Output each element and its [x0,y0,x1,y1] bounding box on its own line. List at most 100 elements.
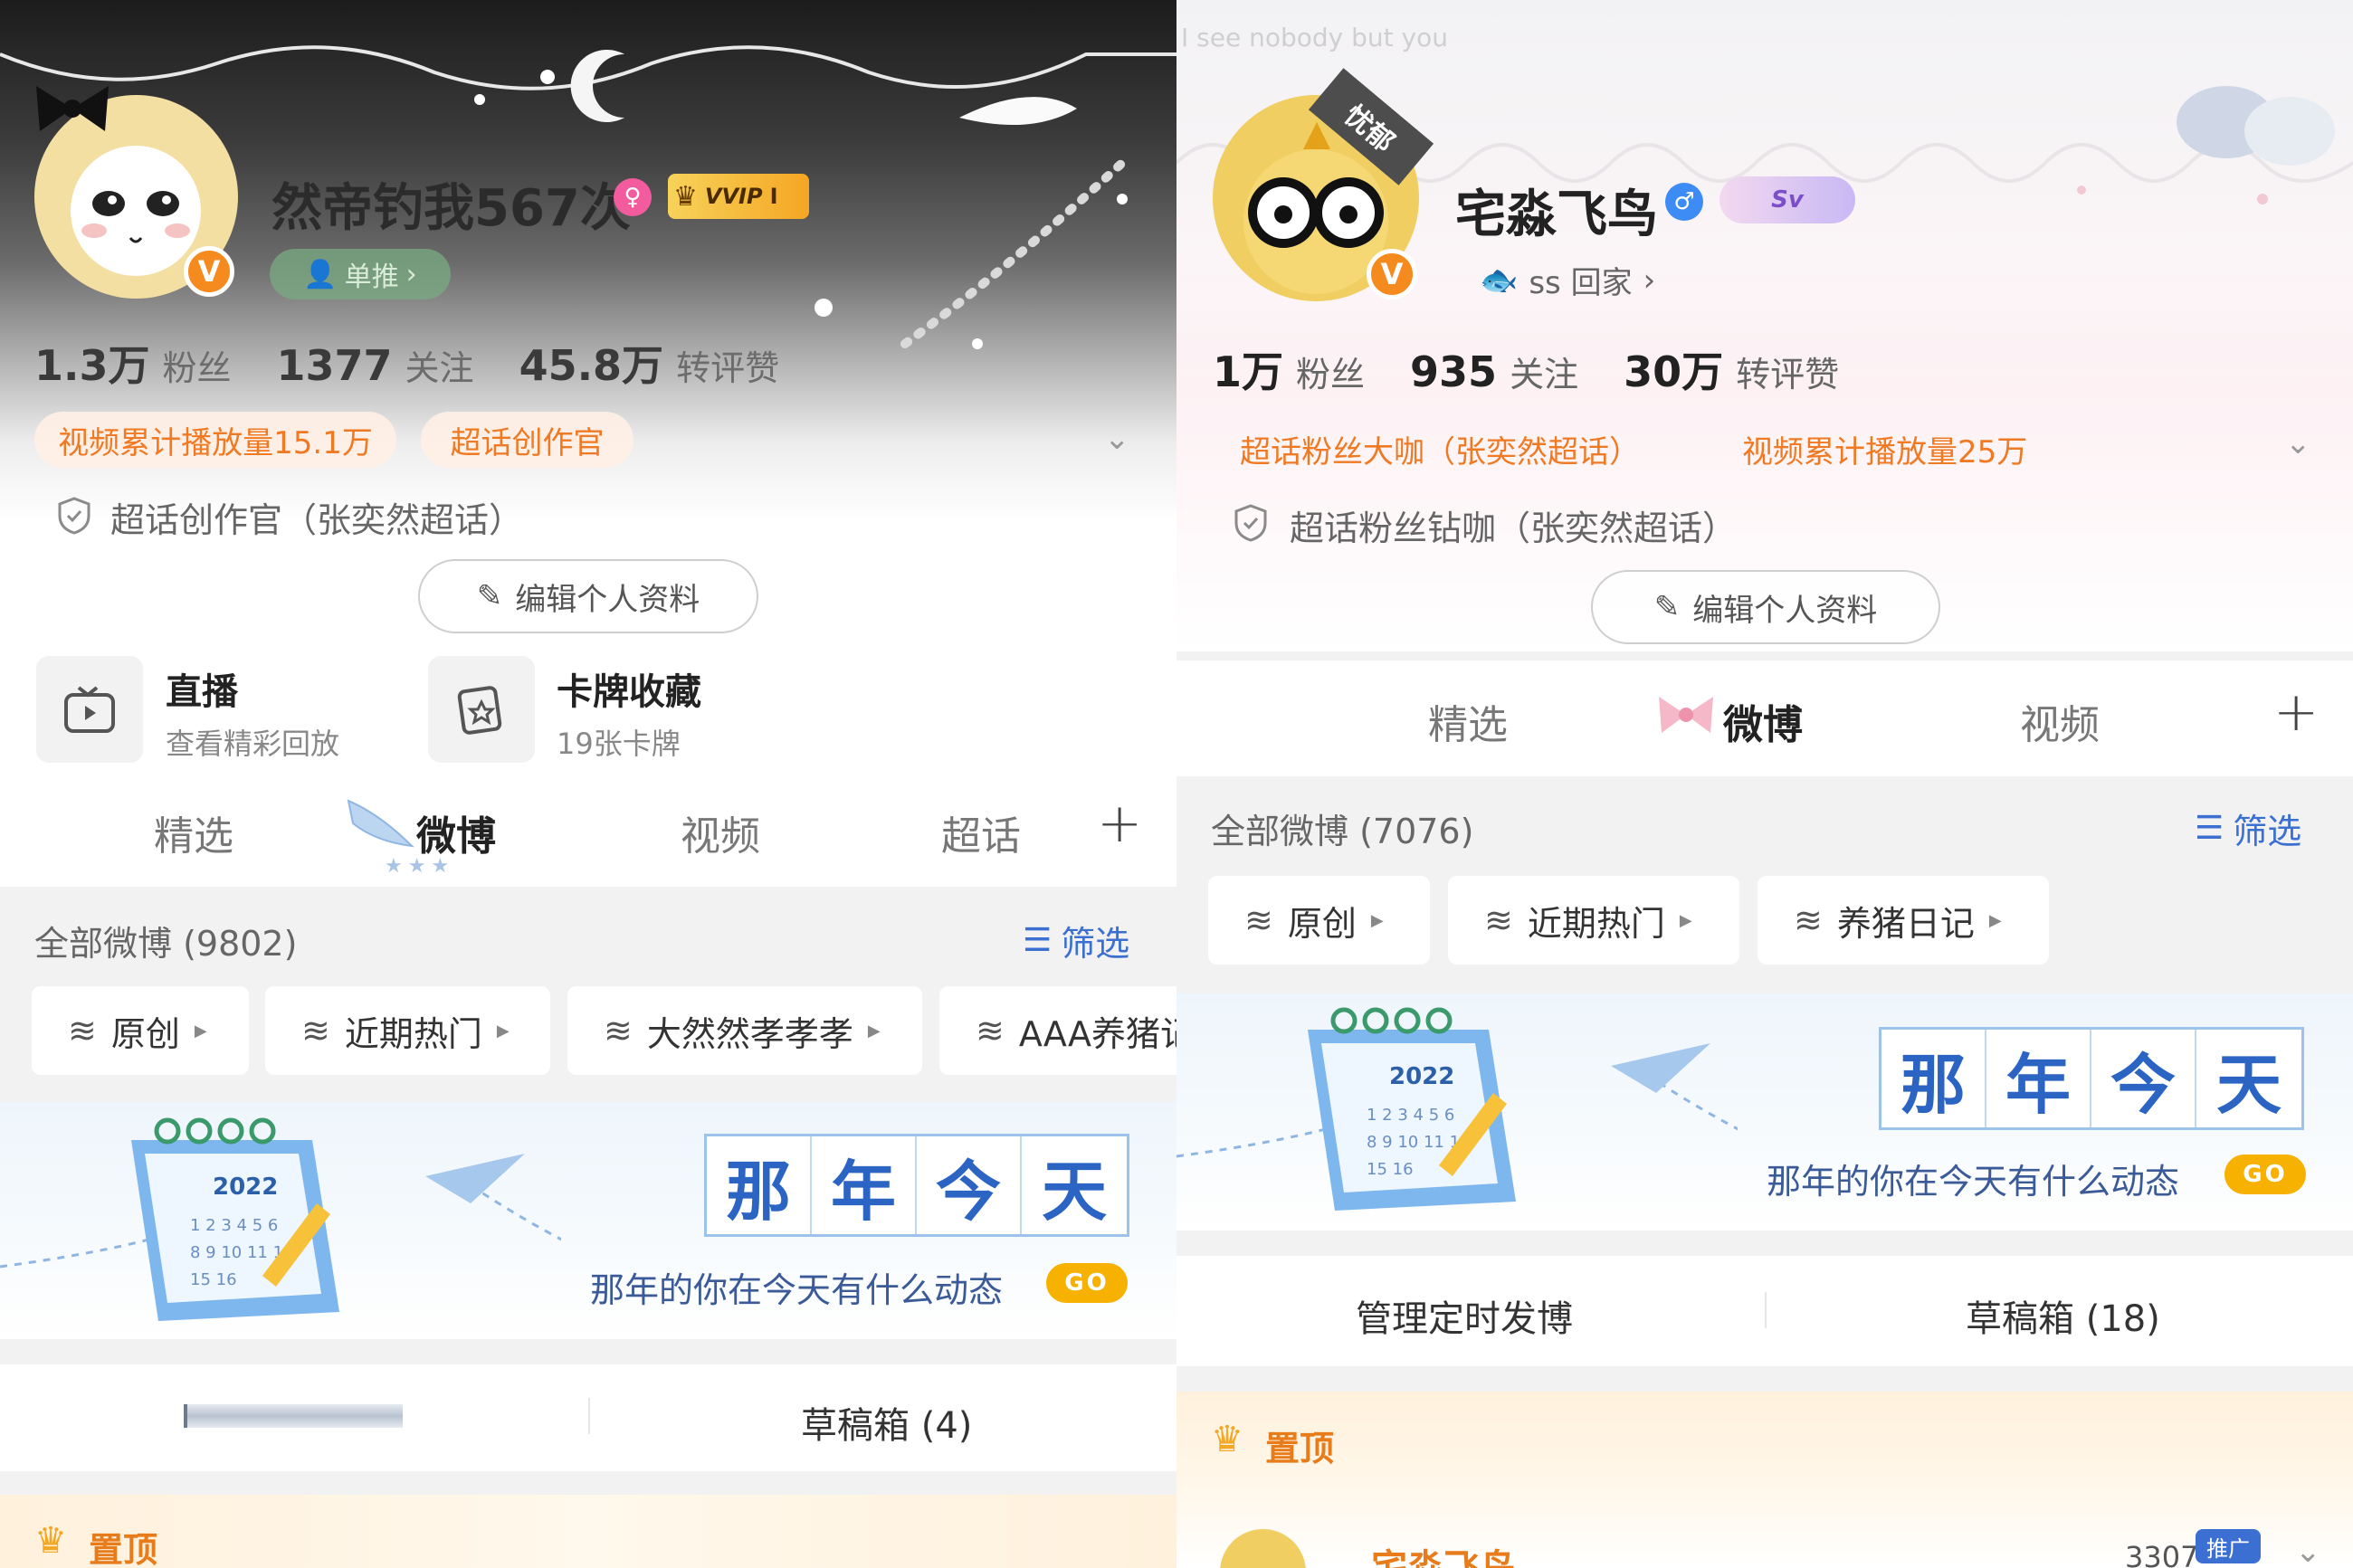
tv-icon [64,686,115,733]
scheduled-posts-button[interactable]: 管理定时发博 [1356,1289,1573,1342]
verified-badge-icon: V [184,246,234,297]
feed-count: 全部微博 (9802) [34,924,298,964]
chevron-down-icon[interactable]: ⌄ [2295,1534,2321,1568]
post-count: 3307 [2125,1540,2199,1568]
bow-icon [1659,697,1713,733]
banner-slogan: 那年的你在今天有什么动态 [590,1270,1004,1310]
pencil-icon: ✎ [1653,589,1681,625]
title-char: 今 [2091,1030,2196,1127]
calendar-year: 2022 [1389,1063,1454,1090]
chevron-down-icon[interactable]: ⌄ [1104,421,1130,457]
tag-video-plays[interactable]: 视频累计播放量15.1万 [34,412,396,468]
go-button[interactable]: GO [1046,1263,1128,1303]
tab-featured[interactable]: 精选 [1428,692,1508,750]
live-title[interactable]: 直播 [166,662,238,715]
honor-text: 超话粉丝钻咖（张奕然超话） [1290,508,1738,548]
stat-following[interactable]: 1377 关注 [277,340,474,390]
tag-creator[interactable]: 超话创作官 [421,412,634,468]
home-link[interactable]: 🐟 ss 回家 › [1480,258,1655,302]
verified-badge-icon: V [1367,249,1417,299]
left-profile-screen: V 然帝钓我567次 ♀ ♛ VVIP I 👤 单推 › 1.3万 粉丝 137… [0,0,1176,1568]
crown-pin-icon: ♛ [1211,1419,1243,1460]
filter-button[interactable]: ☰ 筛选 [1023,916,1129,965]
filter-label: 筛选 [1061,924,1130,964]
tab-weibo[interactable]: 微博 [1723,692,1803,750]
stat-following-label: 关注 [405,348,474,388]
cards-title[interactable]: 卡牌收藏 [557,662,701,715]
fish-icon: 🐟 [1480,261,1519,299]
stat-fans[interactable]: 1万 粉丝 [1213,339,1365,399]
stat-following[interactable]: 935 关注 [1410,347,1578,396]
scheduled-posts-button[interactable] [184,1404,403,1428]
stat-likes-num: 30万 [1624,347,1724,396]
chip-custom-2[interactable]: ≋ AAA养猪记 [939,986,1176,1075]
wing-icon [347,799,414,848]
feed-count: 全部微博 (7076) [1211,812,1474,851]
drafts-button[interactable]: 草稿箱 (4) [801,1396,972,1449]
chip-custom-1[interactable]: ≋ 大然然孝孝孝 ▶ [567,986,922,1075]
stat-likes-label: 转评赞 [676,348,780,388]
sv-badge[interactable]: Sv [1720,176,1855,223]
male-icon: ♂ [1665,183,1703,221]
chip-custom-1[interactable]: ≋ 养猪日记 ▶ [1758,876,2049,965]
title-char: 那 [1881,1030,1986,1127]
edit-profile-label: 编辑个人资料 [1692,592,1878,629]
stat-likes[interactable]: 30万 转评赞 [1624,339,1839,399]
plus-icon[interactable]: + [2273,680,2319,744]
crown-icon: ♛ [673,180,698,213]
stats-row: 1.3万 粉丝 1377 关注 45.8万 转评赞 [34,333,779,393]
chip-original[interactable]: ≋ 原创 ▶ [1208,876,1430,965]
chip-original[interactable]: ≋ 原创 ▶ [32,986,249,1075]
stat-likes[interactable]: 45.8万 转评赞 [519,333,780,393]
plus-icon[interactable]: + [1097,792,1142,855]
shield-icon [58,497,90,535]
chevron-down-icon[interactable]: ⌄ [2285,425,2311,461]
tag-fan-level[interactable]: 超话粉丝大咖（张奕然超话） [1240,427,1640,471]
bow-icon [36,86,109,131]
tab-featured[interactable]: 精选 [154,803,233,861]
title-char: 年 [1986,1030,2091,1127]
tab-weibo[interactable]: 微博 [416,803,496,861]
cards-subtitle: 19张卡牌 [557,727,681,761]
chip-label: AAA养猪记 [1018,1013,1176,1054]
stat-following-num: 935 [1410,347,1498,396]
live-subtitle: 查看精彩回放 [166,727,340,761]
filter-label: 筛选 [2233,812,2302,851]
honor-text: 超话创作官（张奕然超话） [110,500,524,540]
tab-video[interactable]: 视频 [2020,692,2100,750]
title-char: 今 [917,1136,1022,1234]
edit-profile-button[interactable]: ✎ 编辑个人资料 [1591,570,1940,644]
tab-video[interactable]: 视频 [681,803,760,861]
fan-badge[interactable]: 👤 单推 › [270,249,451,299]
filter-icon: ☰ [2195,810,2224,847]
stat-fans[interactable]: 1.3万 粉丝 [34,333,232,393]
home-label: ss 回家 [1529,265,1633,301]
chip-hot[interactable]: ≋ 近期热门 ▶ [1448,876,1739,965]
layers-icon: ≋ [68,1011,97,1050]
chip-label: 养猪日记 [1836,903,1975,944]
vip-badge[interactable]: ♛ VVIP I [668,174,809,219]
chip-hot[interactable]: ≋ 近期热门 ▶ [265,986,550,1075]
female-icon: ♀ [614,178,652,216]
profile-name: 然帝钓我567次 [272,179,631,238]
on-this-day-title: 那 年 今 天 [704,1134,1129,1237]
drafts-button[interactable]: 草稿箱 (18) [1966,1289,2160,1342]
chevron-right-icon: › [1643,261,1656,299]
cards-card[interactable] [428,656,535,763]
post-author-name[interactable]: 宅淼飞鸟 [1371,1538,1516,1568]
stat-following-num: 1377 [276,341,393,390]
svg-text:15 16: 15 16 [1367,1160,1414,1179]
live-card[interactable] [36,656,143,763]
sv-label: Sv [1771,186,1804,214]
svg-text:1 2 3 4 5 6: 1 2 3 4 5 6 [190,1216,278,1235]
go-button[interactable]: GO [2224,1155,2306,1194]
header-watermark: I see nobody but you [1181,23,1448,52]
chevron-right-icon: › [405,258,417,290]
caret-icon: ▶ [1370,910,1384,930]
layers-icon: ≋ [1794,900,1823,940]
edit-profile-button[interactable]: ✎ 编辑个人资料 [418,559,758,633]
tag-video-plays[interactable]: 视频累计播放量25万 [1742,427,2027,471]
filter-button[interactable]: ☰ 筛选 [2195,803,2301,853]
title-char: 年 [812,1136,917,1234]
tab-supertopic[interactable]: 超话 [941,803,1021,861]
